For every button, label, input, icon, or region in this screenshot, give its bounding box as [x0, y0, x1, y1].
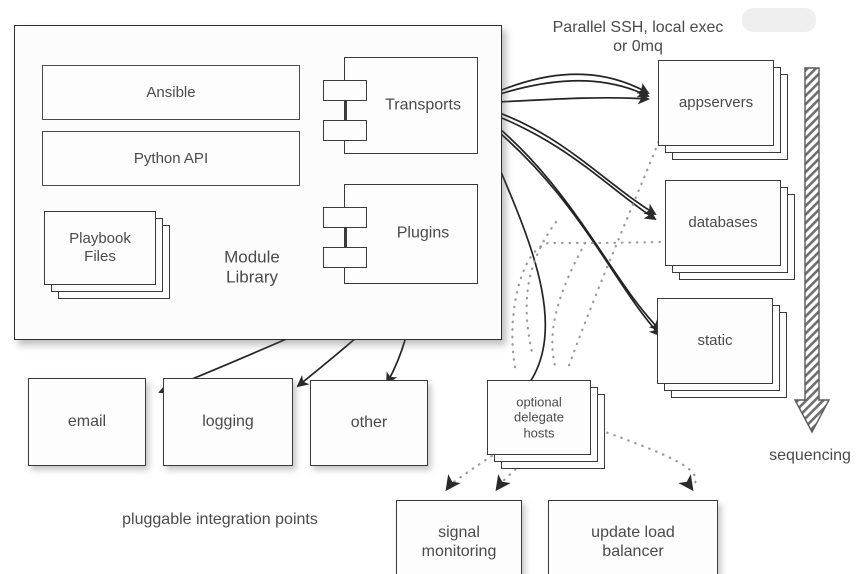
transports-component[interactable]: Transports: [323, 57, 478, 154]
task-signal-monitoring[interactable]: signal monitoring: [396, 500, 522, 574]
pluggable-integration-caption: pluggable integration points: [60, 510, 380, 529]
update-load-balancer-label: update load balancer: [591, 524, 675, 560]
optional-delegate-hosts-stack[interactable]: optional delegate hosts: [487, 380, 613, 475]
playbook-files-stack[interactable]: Playbook Files: [44, 211, 170, 299]
static-label: static: [697, 332, 733, 349]
python-api-label: Python API: [133, 149, 209, 167]
module-library-box[interactable]: Module Library: [193, 205, 311, 313]
delegate-sheet-front: optional delegate hosts: [487, 380, 591, 455]
ansible-box[interactable]: Ansible: [42, 65, 300, 120]
ansible-label: Ansible: [146, 83, 196, 101]
sequencing-caption: sequencing: [740, 446, 866, 465]
playbook-files-sheet-front: Playbook Files: [44, 211, 156, 285]
email-label: email: [67, 412, 107, 430]
transport-connectors: [478, 73, 662, 397]
transports-tab-lower: [323, 120, 367, 141]
inventory-group-static[interactable]: static: [657, 298, 787, 398]
plugins-label: Plugins: [396, 224, 450, 242]
sequencing-caption-text: sequencing: [769, 447, 851, 464]
appservers-sheet-front: appservers: [658, 60, 774, 146]
playbook-files-label: Playbook Files: [69, 230, 131, 265]
transports-label: Transports: [385, 96, 461, 114]
task-update-load-balancer[interactable]: update load balancer: [548, 500, 718, 574]
databases-sheet-front: databases: [665, 180, 781, 266]
delegate-hosts-label: optional delegate hosts: [514, 394, 564, 441]
databases-label: databases: [688, 214, 758, 231]
other-label: other: [350, 413, 388, 431]
transport-note-line-2: or 0mq: [613, 38, 663, 56]
pluggable-caption-text: pluggable integration points: [122, 511, 318, 528]
sequencing-arrow: [793, 67, 831, 434]
integration-point-email[interactable]: email: [28, 378, 146, 466]
appservers-label: appservers: [678, 94, 754, 111]
logging-label: logging: [202, 412, 254, 430]
diagram-canvas: Ansible Python API Playbook Files Module…: [0, 0, 866, 574]
inventory-group-appservers[interactable]: appservers: [658, 60, 788, 160]
integration-point-other[interactable]: other: [310, 380, 428, 466]
module-library-label: Module Library: [224, 247, 280, 287]
inventory-group-databases[interactable]: databases: [665, 180, 795, 280]
delegation-arrowheads: [445, 474, 694, 492]
integration-point-logging[interactable]: logging: [163, 378, 293, 466]
python-api-box[interactable]: Python API: [42, 131, 300, 186]
plugins-component[interactable]: Plugins: [323, 184, 478, 284]
plugins-tab-lower: [323, 247, 367, 268]
signal-monitoring-label: signal monitoring: [421, 524, 497, 560]
static-sheet-front: static: [657, 298, 773, 384]
transport-note-line-1: Parallel SSH, local exec: [552, 19, 724, 36]
transport-note: Parallel SSH, local exec or 0mq: [508, 18, 768, 56]
